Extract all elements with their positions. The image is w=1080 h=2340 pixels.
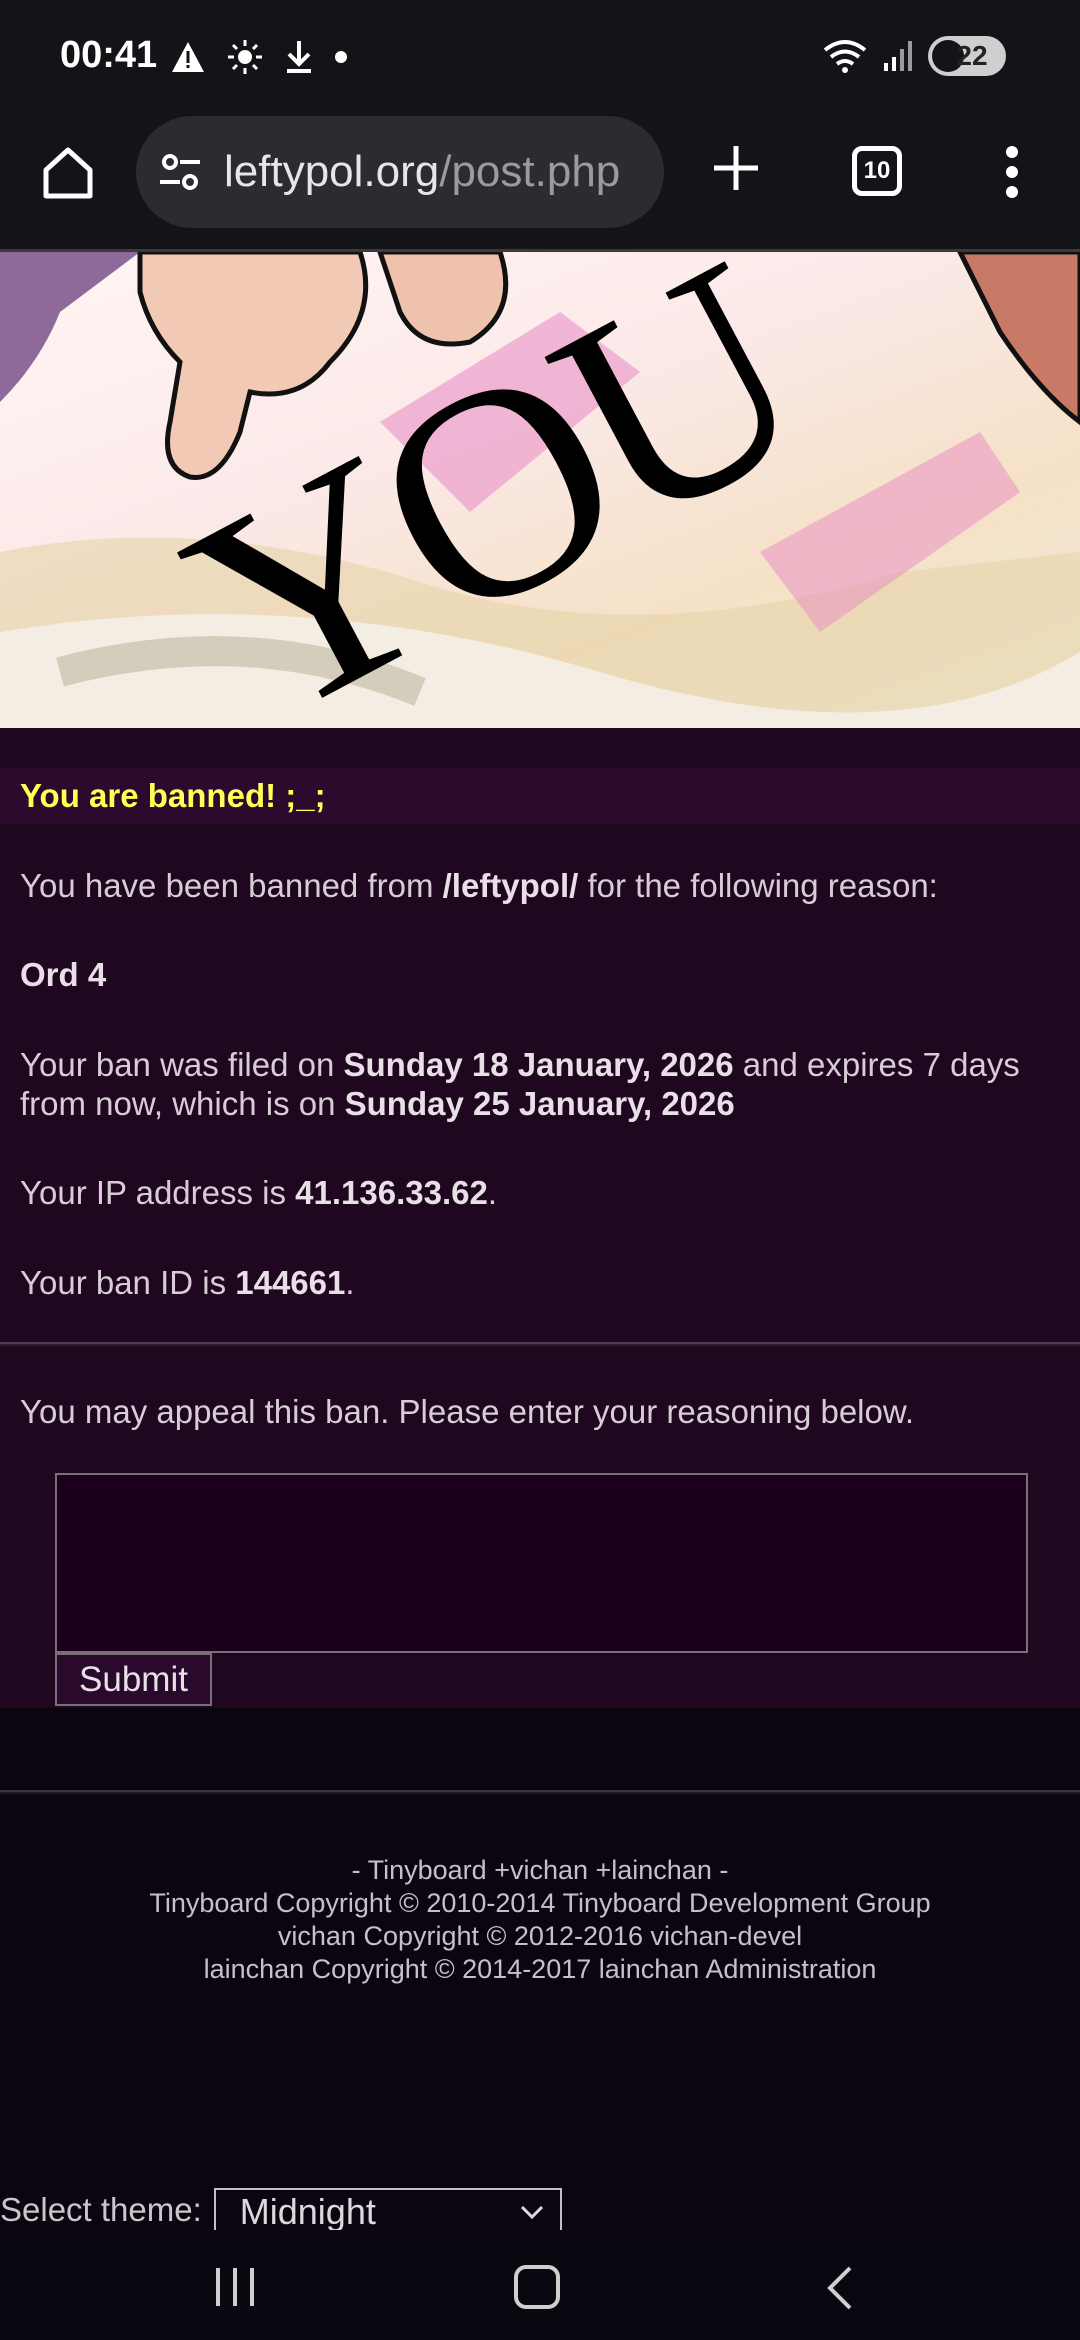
system-nav-bar — [0, 2230, 1080, 2340]
board-name: /leftypol/ — [442, 867, 579, 904]
ban-panel: You are banned! ;_; You have been banned… — [0, 728, 1080, 1708]
ban-ip: Your IP address is 41.136.33.62. — [20, 1173, 1040, 1212]
dot-icon — [335, 51, 347, 63]
footer-line: lainchan Copyright © 2014-2017 lainchan … — [203, 1954, 877, 1984]
ban-reason-intro: You have been banned from /leftypol/ for… — [20, 866, 1040, 905]
browser-toolbar: leftypol.org/post.php 10 — [0, 112, 1080, 252]
ban-ip-label: Your IP address is — [20, 1174, 296, 1211]
url-bar[interactable]: leftypol.org/post.php — [136, 116, 664, 228]
url-text[interactable]: leftypol.org/post.php — [224, 147, 620, 197]
chevron-down-icon — [520, 2205, 543, 2220]
ban-reason-intro-tail: for the following reason: — [578, 867, 938, 904]
ban-dates: Your ban was filed on Sunday 18 January,… — [20, 1045, 1040, 1123]
back-icon[interactable] — [822, 2264, 856, 2312]
theme-selected-value: Midnight — [239, 2191, 376, 2230]
status-time: 00:41 — [60, 34, 158, 76]
warning-icon — [172, 42, 204, 72]
footer-line: Tinyboard Copyright © 2010-2014 Tinyboar… — [149, 1888, 931, 1918]
footer-divider — [0, 1790, 1080, 1794]
recents-icon[interactable] — [212, 2266, 258, 2308]
appeal-prompt: You may appeal this ban. Please enter yo… — [20, 1393, 915, 1430]
battery-level: 22 — [956, 40, 988, 71]
site-settings-icon[interactable] — [156, 147, 206, 197]
ban-ip-period: . — [487, 1174, 498, 1211]
ban-id-value: 144661 — [235, 1264, 346, 1301]
new-tab-icon[interactable] — [706, 138, 766, 198]
banner-art: YOU — [0, 252, 1080, 728]
status-right: 22 — [822, 36, 1006, 76]
download-icon — [287, 41, 311, 73]
ban-reason-intro-text: You have been banned from — [20, 867, 443, 904]
signal-icon — [884, 41, 912, 71]
ban-ip-value: 41.136.33.62 — [295, 1174, 488, 1211]
divider — [0, 1342, 1080, 1346]
ban-id-period: . — [345, 1264, 355, 1301]
home-icon[interactable] — [38, 142, 98, 202]
theme-label: Select theme: — [0, 2191, 202, 2228]
footer-line: - Tinyboard +vichan +lainchan - — [351, 1855, 729, 1885]
submit-button[interactable]: Submit — [55, 1653, 212, 1706]
ban-reason-text: Ord 4 — [20, 956, 107, 993]
ban-expires-date: Sunday 25 January, 2026 — [344, 1085, 735, 1122]
status-bar: 00:41 22 — [0, 0, 1080, 112]
appeal-textarea[interactable] — [55, 1473, 1028, 1653]
brightness-icon — [228, 40, 262, 74]
footer-credits: - Tinyboard +vichan +lainchan - Tinyboar… — [0, 1854, 1080, 1986]
theme-selector-row: Select theme: Midnight — [0, 2168, 562, 2230]
ban-id-label: Your ban ID is — [20, 1264, 236, 1301]
footer-line: vichan Copyright © 2012-2016 vichan-deve… — [277, 1921, 803, 1951]
more-menu-icon[interactable] — [1000, 142, 1024, 202]
page-footer-area: - Tinyboard +vichan +lainchan - Tinyboar… — [0, 1708, 1080, 2230]
theme-select[interactable]: Midnight — [213, 2188, 562, 2230]
wifi-icon — [823, 40, 867, 73]
ban-filed-date: Sunday 18 January, 2026 — [343, 1046, 734, 1083]
battery-icon: 22 — [928, 36, 1006, 76]
status-icons — [170, 38, 348, 76]
tab-switcher-button[interactable]: 10 — [852, 146, 902, 196]
url-path: /post.php — [439, 147, 621, 196]
url-domain: leftypol.org — [224, 147, 440, 196]
board-banner: YOU — [0, 252, 1080, 728]
ban-heading: You are banned! ;_; — [0, 768, 1080, 824]
ban-filed-text: Your ban was filed on — [20, 1046, 344, 1083]
ban-reason: Ord 4 — [20, 955, 1040, 994]
ban-id: Your ban ID is 144661. — [20, 1263, 1040, 1302]
home-nav-icon[interactable] — [512, 2264, 562, 2310]
